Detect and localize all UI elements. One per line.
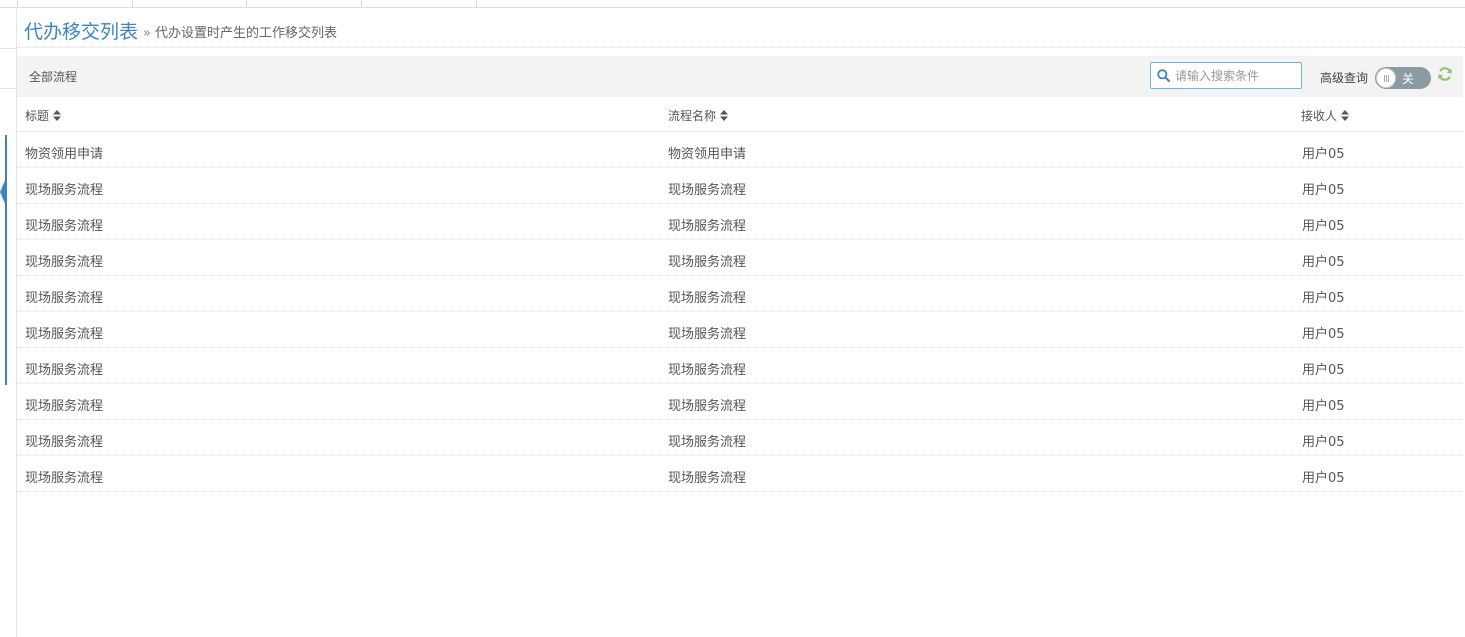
tab-separator xyxy=(476,0,477,7)
sort-icon[interactable] xyxy=(720,110,729,121)
table-row[interactable]: 现场服务流程 现场服务流程 用户05 xyxy=(17,384,1463,420)
column-header-label: 标题 xyxy=(25,109,50,123)
advanced-search-label: 高级查询 xyxy=(1320,71,1369,85)
cell-receiver: 用户05 xyxy=(1302,327,1345,342)
toolbar-title: 全部流程 xyxy=(29,70,78,84)
cell-process-name: 现场服务流程 xyxy=(668,327,747,342)
rail-divider xyxy=(0,88,17,89)
search-input[interactable] xyxy=(1175,66,1299,85)
search-icon xyxy=(1157,69,1170,82)
cell-title: 现场服务流程 xyxy=(25,291,104,306)
cell-title: 现场服务流程 xyxy=(25,255,104,270)
cell-title: 现场服务流程 xyxy=(25,363,104,378)
cell-title: 现场服务流程 xyxy=(25,471,104,486)
tab-separator xyxy=(17,0,18,7)
cell-process-name: 现场服务流程 xyxy=(668,399,747,414)
tab-separator xyxy=(246,0,247,7)
cell-process-name: 物资领用申请 xyxy=(668,147,747,162)
sort-icon[interactable] xyxy=(1341,110,1350,121)
knob-grip xyxy=(1386,75,1387,82)
cell-title: 现场服务流程 xyxy=(25,327,104,342)
tab-separator xyxy=(361,0,362,7)
column-header-process-name[interactable]: 流程名称 xyxy=(668,107,729,124)
top-tab-strip xyxy=(0,0,1465,8)
cell-receiver: 用户05 xyxy=(1302,255,1345,270)
table-row[interactable]: 现场服务流程 现场服务流程 用户05 xyxy=(17,348,1463,384)
table-row[interactable]: 现场服务流程 现场服务流程 用户05 xyxy=(17,276,1463,312)
page-header: 代办移交列表 » 代办设置时产生的工作移交列表 xyxy=(17,8,1465,48)
transfer-table: 标题 流程名称 接收人 物资领用申请 物资领用申请 用户05 现场服务流程 现场… xyxy=(17,97,1463,492)
cell-title: 现场服务流程 xyxy=(25,399,104,414)
cell-receiver: 用户05 xyxy=(1302,363,1345,378)
list-toolbar: 全部流程 高级查询 关 xyxy=(17,56,1463,97)
cell-process-name: 现场服务流程 xyxy=(668,255,747,270)
search-box[interactable] xyxy=(1150,62,1302,89)
table-row[interactable]: 物资领用申请 物资领用申请 用户05 xyxy=(17,132,1463,168)
sort-icon[interactable] xyxy=(53,110,62,121)
knob-grip xyxy=(1388,75,1389,82)
table-row[interactable]: 现场服务流程 现场服务流程 用户05 xyxy=(17,168,1463,204)
column-header-label: 接收人 xyxy=(1301,109,1338,123)
table-row[interactable]: 现场服务流程 现场服务流程 用户05 xyxy=(17,420,1463,456)
cell-receiver: 用户05 xyxy=(1302,219,1345,234)
left-sidebar-collapsed[interactable] xyxy=(0,8,17,637)
cell-process-name: 现场服务流程 xyxy=(668,435,747,450)
cell-title: 现场服务流程 xyxy=(25,435,104,450)
cell-process-name: 现场服务流程 xyxy=(668,291,747,306)
cell-process-name: 现场服务流程 xyxy=(668,471,747,486)
cell-process-name: 现场服务流程 xyxy=(668,363,747,378)
column-header-label: 流程名称 xyxy=(668,109,717,123)
cell-process-name: 现场服务流程 xyxy=(668,219,747,234)
refresh-icon[interactable] xyxy=(1437,66,1453,82)
active-indicator xyxy=(5,135,7,385)
cell-title: 物资领用申请 xyxy=(25,147,104,162)
advanced-search-toggle[interactable]: 关 xyxy=(1375,67,1431,89)
table-header: 标题 流程名称 接收人 xyxy=(17,97,1463,132)
cell-process-name: 现场服务流程 xyxy=(668,183,747,198)
subtitle-text: 代办设置时产生的工作移交列表 xyxy=(154,26,337,41)
page-subtitle: » 代办设置时产生的工作移交列表 xyxy=(143,22,337,41)
page-title: 代办移交列表 xyxy=(24,21,139,43)
rail-divider xyxy=(0,48,17,49)
toggle-state-label: 关 xyxy=(1402,72,1415,86)
table-row[interactable]: 现场服务流程 现场服务流程 用户05 xyxy=(17,312,1463,348)
cell-receiver: 用户05 xyxy=(1302,435,1345,450)
table-row[interactable]: 现场服务流程 现场服务流程 用户05 xyxy=(17,456,1463,492)
column-header-title[interactable]: 标题 xyxy=(25,107,62,124)
table-row[interactable]: 现场服务流程 现场服务流程 用户05 xyxy=(17,204,1463,240)
cell-receiver: 用户05 xyxy=(1302,471,1345,486)
cell-receiver: 用户05 xyxy=(1302,147,1345,162)
subtitle-separator: » xyxy=(143,26,151,41)
table-row[interactable]: 现场服务流程 现场服务流程 用户05 xyxy=(17,240,1463,276)
knob-grip xyxy=(1384,75,1385,82)
cell-receiver: 用户05 xyxy=(1302,183,1345,198)
toggle-knob xyxy=(1376,68,1396,88)
list-panel: 全部流程 高级查询 关 标题 xyxy=(17,56,1463,637)
sidebar-toggle-handle[interactable] xyxy=(0,178,6,206)
cell-receiver: 用户05 xyxy=(1302,291,1345,306)
cell-title: 现场服务流程 xyxy=(25,183,104,198)
column-header-receiver[interactable]: 接收人 xyxy=(1301,107,1350,124)
tab-separator xyxy=(132,0,133,7)
cell-title: 现场服务流程 xyxy=(25,219,104,234)
cell-receiver: 用户05 xyxy=(1302,399,1345,414)
